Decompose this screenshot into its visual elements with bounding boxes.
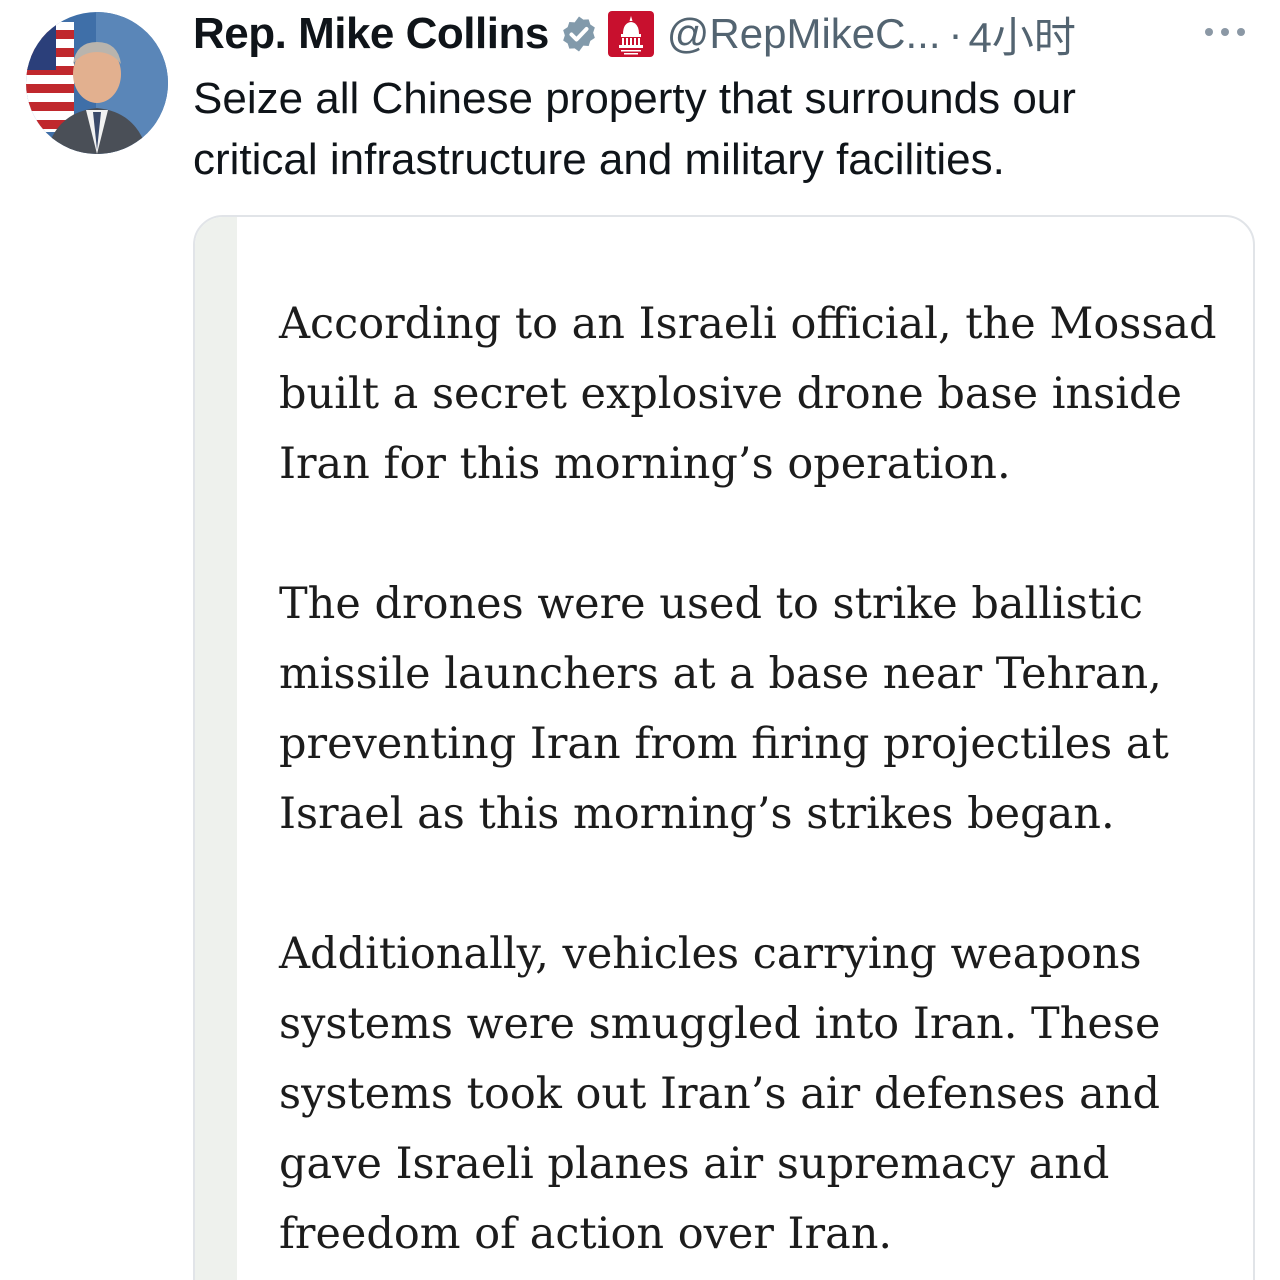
media-line: systems were smuggled into Iran. These (279, 999, 1161, 1049)
tweet-timestamp[interactable]: 4小时 (969, 4, 1076, 65)
media-paragraph: According to an Israeli official, the Mo… (279, 289, 1229, 499)
media-line: missile launchers at a base near Tehran, (279, 649, 1162, 699)
verified-badge-icon[interactable] (559, 14, 599, 54)
media-paragraph: The drones were used to strike ballistic… (279, 569, 1229, 849)
more-horizontal-icon (1205, 28, 1245, 36)
media-line: The drones were used to strike ballistic (279, 579, 1143, 629)
house-gop-badge-icon[interactable] (607, 10, 655, 58)
media-line: built a secret explosive drone base insi… (279, 369, 1182, 419)
media-article-text: According to an Israeli official, the Mo… (279, 289, 1229, 1280)
media-line: Iran for this morning’s operation. (279, 439, 1011, 489)
media-line: freedom of action over Iran. (279, 1209, 893, 1259)
tweet-text-line: Seize all Chinese property that surround… (193, 74, 1076, 123)
media-line: Israel as this morning’s strikes began. (279, 789, 1115, 839)
tweet-text-line: critical infrastructure and military fac… (193, 135, 1005, 184)
media-line: gave Israeli planes air supremacy and (279, 1139, 1110, 1189)
media-line: Additionally, vehicles carrying weapons (279, 929, 1142, 979)
media-line: systems took out Iran’s air defenses and (279, 1069, 1160, 1119)
avatar-image (26, 12, 168, 154)
tweet-header: Rep. Mike Collins @RepMikeC... · 4小时 (193, 6, 1076, 62)
tweet-text: Seize all Chinese property that surround… (193, 68, 1253, 190)
tweet[interactable]: Rep. Mike Collins @RepMikeC... · 4小时 Sei… (0, 0, 1280, 1280)
author-handle[interactable]: @RepMikeC... (667, 10, 941, 58)
media-line: preventing Iran from firing projectiles … (279, 719, 1169, 769)
more-options-button[interactable] (1200, 14, 1250, 50)
author-display-name[interactable]: Rep. Mike Collins (193, 9, 549, 59)
header-separator: · (948, 10, 963, 57)
media-paragraph: Additionally, vehicles carrying weapons … (279, 919, 1229, 1269)
media-line: According to an Israeli official, the Mo… (279, 299, 1217, 349)
media-left-margin (195, 217, 237, 1280)
flag-graphic (26, 22, 74, 132)
author-avatar[interactable] (26, 12, 168, 154)
tweet-media-image[interactable]: According to an Israeli official, the Mo… (193, 215, 1255, 1280)
